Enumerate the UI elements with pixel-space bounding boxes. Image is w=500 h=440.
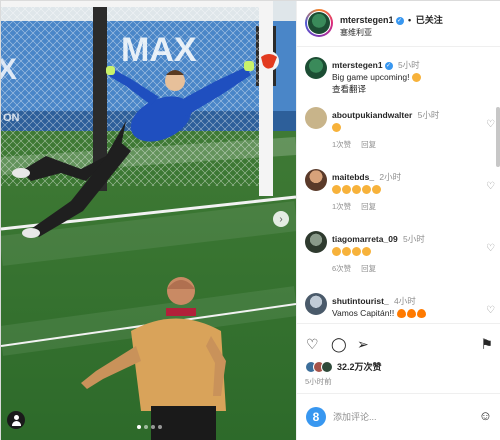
comment-reply-button[interactable]: 回复 [361, 140, 376, 149]
comment-time: 5小时 [417, 110, 440, 120]
post-timestamp[interactable]: 5小时前 [305, 376, 332, 387]
heart-eyes-emoji-icon [332, 185, 341, 195]
comment-avatar[interactable] [305, 231, 327, 253]
comment-username[interactable]: tiagomarreta_09 [332, 234, 398, 244]
share-send-icon[interactable]: ➢ [357, 336, 369, 353]
comment-likes[interactable]: 1次赞 [332, 140, 351, 149]
fire-emoji-icon [406, 309, 416, 319]
comments-list[interactable]: mterstegen1 ✓ 5小时 Big game upcoming! 查看翻译… [297, 47, 500, 323]
comment-avatar[interactable] [305, 293, 327, 315]
likes-count[interactable]: 32.2万次赞 [337, 360, 382, 373]
add-comment-bar: 8 ☺ [297, 393, 500, 440]
comment-username[interactable]: maitebds_ [332, 172, 374, 182]
next-photo-button[interactable]: › [273, 211, 289, 227]
caption-time: 5小时 [397, 60, 420, 70]
comment-input[interactable] [333, 408, 463, 426]
post-photo[interactable]: MAX X ON [1, 1, 296, 440]
comments-scrollbar[interactable] [496, 107, 500, 167]
author-username[interactable]: mterstegen1 [340, 15, 394, 25]
comment-avatar[interactable] [305, 107, 327, 129]
heart-eyes-emoji-icon [362, 247, 371, 257]
post-actions: ♡ ◯ ➢ ⚑ 32.2万次赞 5小时前 [297, 323, 500, 393]
fire-emoji-icon [396, 309, 406, 319]
comment-like-heart-icon[interactable]: ♡ [486, 119, 495, 130]
translate-link[interactable]: 查看翻译 [332, 83, 482, 95]
caption-text: Big game upcoming! [332, 72, 410, 82]
heart-eyes-emoji-icon [352, 247, 361, 257]
liker-avatar [321, 360, 333, 373]
save-bookmark-icon[interactable]: ⚑ [480, 336, 493, 353]
carousel-dot [158, 425, 162, 429]
carousel-dot [137, 425, 141, 429]
comment-username[interactable]: shutintourist_ [332, 296, 389, 306]
carousel-dots [137, 425, 162, 429]
comment-reply-button[interactable]: 回复 [361, 202, 376, 211]
heart-eyes-emoji-icon [332, 123, 341, 133]
comment-like-heart-icon[interactable]: ♡ [486, 305, 495, 316]
caption-avatar[interactable] [305, 57, 327, 79]
comment-username[interactable]: aboutpukiandwalter [332, 110, 412, 120]
comment-time: 2小时 [379, 172, 402, 182]
heart-eyes-emoji-icon [362, 185, 371, 195]
like-heart-icon[interactable]: ♡ [306, 336, 319, 353]
post-location[interactable]: 塞维利亚 [340, 27, 372, 38]
comment-reply-button[interactable]: 回复 [361, 264, 376, 273]
author-username-row: mterstegen1 ✓ • 已关注 [340, 13, 443, 26]
emoji-picker-icon[interactable]: ☺ [479, 408, 492, 423]
comment-like-heart-icon[interactable]: ♡ [486, 181, 495, 192]
fire-emoji-icon [416, 309, 426, 319]
user-emoji-icon[interactable]: 8 [306, 407, 326, 427]
verified-icon: ✓ [384, 61, 393, 70]
likes-row: 32.2万次赞 [305, 360, 382, 373]
caption-username[interactable]: mterstegen1 [332, 60, 383, 70]
post-header: mterstegen1 ✓ • 已关注 塞维利亚 [297, 1, 500, 47]
comment-text: Vamos Capitán!! [332, 308, 395, 318]
heart-eyes-emoji-icon [332, 247, 341, 257]
heart-eyes-emoji-icon [352, 185, 361, 195]
comment-bubble-icon[interactable]: ◯ [331, 336, 347, 353]
verified-icon: ✓ [395, 16, 404, 25]
author-avatar[interactable] [305, 9, 333, 37]
heart-eyes-emoji-icon [342, 247, 351, 257]
comment-like-heart-icon[interactable]: ♡ [486, 243, 495, 254]
heart-eyes-emoji-icon [411, 73, 421, 83]
post-side-panel: mterstegen1 ✓ • 已关注 塞维利亚 mterstegen1 ✓ 5小时… [296, 1, 500, 440]
comment-likes[interactable]: 1次赞 [332, 202, 351, 211]
heart-eyes-emoji-icon [372, 185, 381, 195]
post-modal: MAX X ON [0, 0, 500, 440]
header-separator: • [408, 15, 412, 25]
carousel-dot [144, 425, 148, 429]
comment-avatar[interactable] [305, 169, 327, 191]
heart-eyes-emoji-icon [342, 185, 351, 195]
follow-status-button[interactable]: 已关注 [416, 15, 443, 25]
carousel-dot [151, 425, 155, 429]
photo-scene: MAX X ON [1, 1, 296, 440]
comment-time: 5小时 [403, 234, 425, 244]
tagged-users-icon[interactable] [7, 411, 25, 429]
comment-time: 4小时 [394, 296, 416, 306]
comment-likes[interactable]: 6次赞 [332, 264, 351, 273]
